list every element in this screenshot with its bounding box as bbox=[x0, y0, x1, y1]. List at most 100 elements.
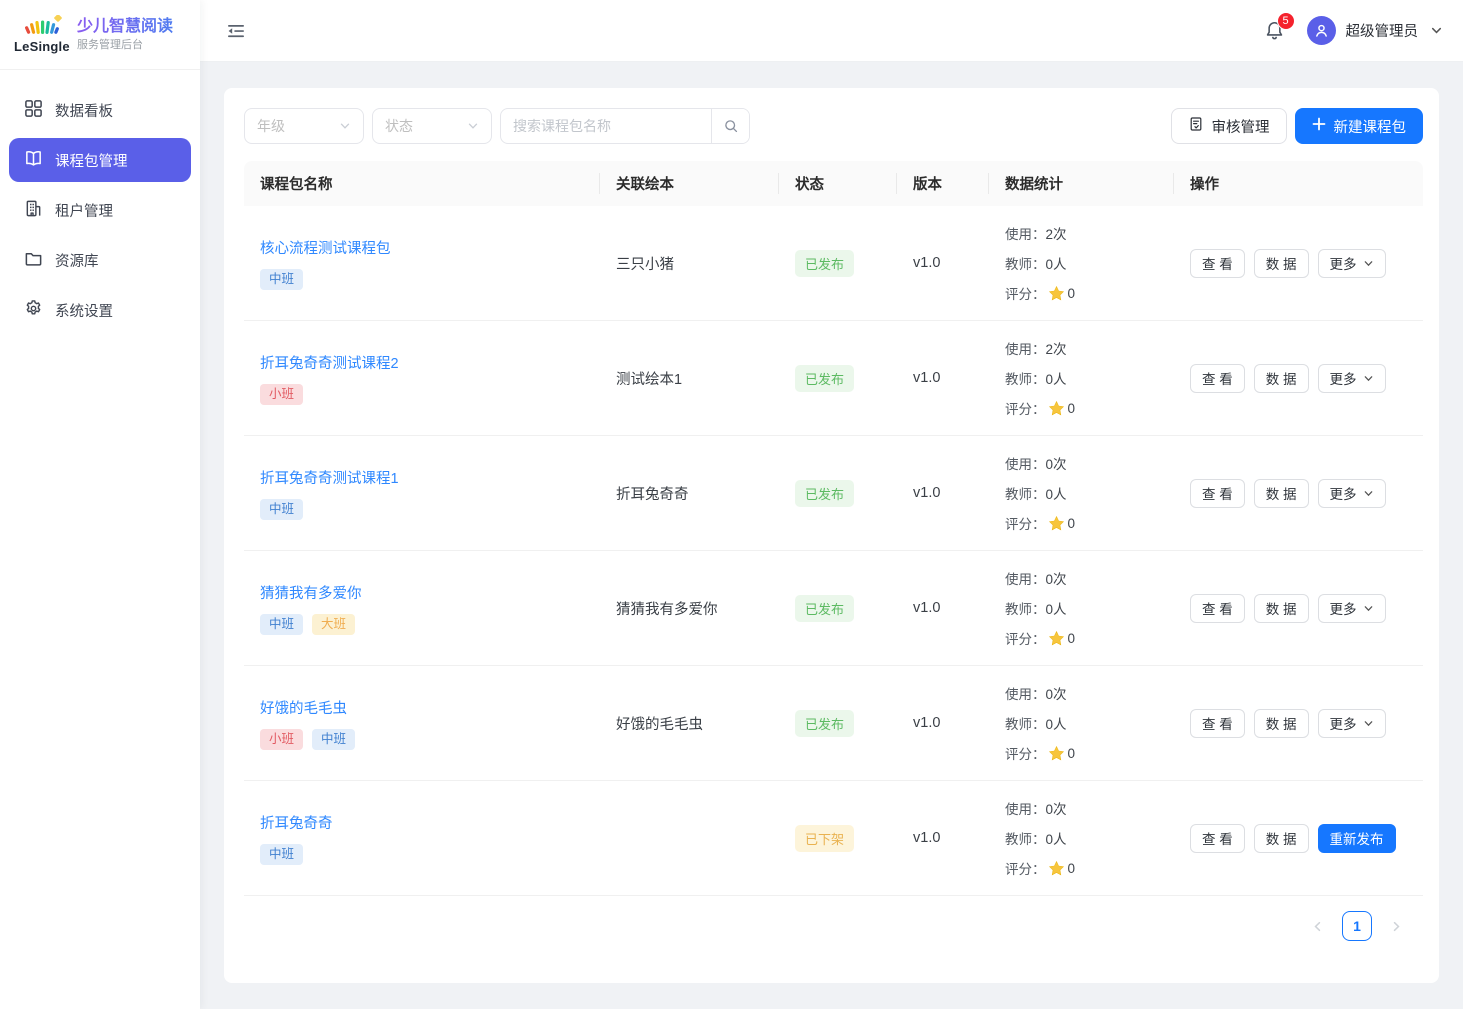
search-icon[interactable] bbox=[711, 109, 749, 143]
status-badge: 已发布 bbox=[795, 710, 854, 737]
package-name-link[interactable]: 核心流程测试课程包 bbox=[260, 237, 391, 258]
audit-management-button[interactable]: 审核管理 bbox=[1171, 108, 1287, 144]
data-button[interactable]: 数 据 bbox=[1254, 364, 1309, 393]
stats-cell: 使用：0次教师：0人评分：0 bbox=[989, 678, 1174, 768]
sidebar-collapse-icon[interactable] bbox=[226, 21, 246, 41]
rating-stat: 评分：0 bbox=[1005, 738, 1174, 768]
course-package-card: 年级 状态 bbox=[224, 88, 1439, 983]
chevron-down-icon bbox=[1363, 488, 1374, 499]
status-cell: 已下架 bbox=[779, 825, 897, 852]
more-button[interactable]: 更多 bbox=[1318, 709, 1386, 738]
view-button[interactable]: 查 看 bbox=[1190, 479, 1245, 508]
pagination-prev-icon[interactable] bbox=[1307, 916, 1328, 937]
table-row: 折耳兔奇奇中班已下架v1.0使用：0次教师：0人评分：0查 看数 据重新发布 bbox=[244, 781, 1423, 896]
package-name-link[interactable]: 好饿的毛毛虫 bbox=[260, 697, 347, 718]
column-header: 状态 bbox=[779, 161, 897, 206]
more-button[interactable]: 更多 bbox=[1318, 479, 1386, 508]
teacher-stat: 教师：0人 bbox=[1005, 593, 1174, 623]
status-filter-select[interactable]: 状态 bbox=[372, 108, 492, 144]
sidebar-item-tenants[interactable]: 租户管理 bbox=[9, 188, 191, 232]
sidebar-item-resources[interactable]: 资源库 bbox=[9, 238, 191, 282]
pagination-page-1[interactable]: 1 bbox=[1342, 911, 1372, 941]
view-button[interactable]: 查 看 bbox=[1190, 709, 1245, 738]
sidebar-item-label: 租户管理 bbox=[55, 200, 113, 221]
more-button[interactable]: 更多 bbox=[1318, 364, 1386, 393]
sidebar-item-settings[interactable]: 系统设置 bbox=[9, 288, 191, 332]
version-cell: v1.0 bbox=[897, 255, 989, 271]
column-header: 操作 bbox=[1174, 161, 1423, 206]
user-avatar[interactable] bbox=[1307, 16, 1336, 45]
create-button-label: 新建课程包 bbox=[1334, 116, 1407, 137]
actions-cell: 查 看数 据重新发布 bbox=[1174, 824, 1423, 853]
package-name-link[interactable]: 猜猜我有多爱你 bbox=[260, 582, 362, 603]
data-button[interactable]: 数 据 bbox=[1254, 479, 1309, 508]
teacher-stat: 教师：0人 bbox=[1005, 478, 1174, 508]
linked-book-cell: 测试绘本1 bbox=[600, 368, 779, 389]
pagination-next-icon[interactable] bbox=[1386, 916, 1407, 937]
view-button[interactable]: 查 看 bbox=[1190, 364, 1245, 393]
package-name-link[interactable]: 折耳兔奇奇测试课程2 bbox=[260, 352, 399, 373]
more-button[interactable]: 更多 bbox=[1318, 594, 1386, 623]
table-row: 折耳兔奇奇测试课程1中班折耳兔奇奇已发布v1.0使用：0次教师：0人评分：0查 … bbox=[244, 436, 1423, 551]
notification-bell-icon[interactable]: 5 bbox=[1264, 20, 1285, 41]
rating-stat: 评分：0 bbox=[1005, 508, 1174, 538]
sidebar-item-dashboard[interactable]: 数据看板 bbox=[9, 88, 191, 132]
version-cell: v1.0 bbox=[897, 370, 989, 386]
teacher-stat: 教师：0人 bbox=[1005, 248, 1174, 278]
more-button[interactable]: 更多 bbox=[1318, 249, 1386, 278]
view-button[interactable]: 查 看 bbox=[1190, 824, 1245, 853]
stats-cell: 使用：0次教师：0人评分：0 bbox=[989, 563, 1174, 653]
search-input[interactable] bbox=[501, 118, 711, 134]
sidebar-item-label: 课程包管理 bbox=[55, 150, 128, 171]
version-cell: v1.0 bbox=[897, 715, 989, 731]
linked-book-cell: 三只小猪 bbox=[600, 253, 779, 274]
course-package-table: 课程包名称 关联绘本 状态 版本 数据统计 操作 核心流程测试课程包中班三只小猪… bbox=[244, 161, 1423, 896]
status-cell: 已发布 bbox=[779, 710, 897, 737]
user-name[interactable]: 超级管理员 bbox=[1346, 20, 1419, 41]
star-icon bbox=[1048, 860, 1065, 877]
package-name-link[interactable]: 折耳兔奇奇 bbox=[260, 812, 333, 833]
teacher-stat: 教师：0人 bbox=[1005, 708, 1174, 738]
grade-filter-select[interactable]: 年级 bbox=[244, 108, 364, 144]
table-row: 猜猜我有多爱你中班大班猜猜我有多爱你已发布v1.0使用：0次教师：0人评分：0查… bbox=[244, 551, 1423, 666]
version-cell: v1.0 bbox=[897, 600, 989, 616]
data-button[interactable]: 数 据 bbox=[1254, 709, 1309, 738]
status-badge: 已发布 bbox=[795, 365, 854, 392]
usage-stat: 使用：0次 bbox=[1005, 563, 1174, 593]
usage-stat: 使用：0次 bbox=[1005, 793, 1174, 823]
star-icon bbox=[1048, 745, 1065, 762]
class-tags: 中班 bbox=[260, 269, 600, 290]
view-button[interactable]: 查 看 bbox=[1190, 594, 1245, 623]
star-icon bbox=[1048, 400, 1065, 417]
status-badge: 已发布 bbox=[795, 250, 854, 277]
user-menu-chevron-down-icon[interactable] bbox=[1430, 24, 1443, 37]
create-course-package-button[interactable]: 新建课程包 bbox=[1295, 108, 1424, 144]
linked-book-cell: 猜猜我有多爱你 bbox=[600, 598, 779, 619]
status-badge: 已发布 bbox=[795, 480, 854, 507]
view-button[interactable]: 查 看 bbox=[1190, 249, 1245, 278]
version-cell: v1.0 bbox=[897, 485, 989, 501]
republish-button[interactable]: 重新发布 bbox=[1318, 824, 1396, 853]
class-tag: 中班 bbox=[260, 614, 303, 635]
chevron-down-icon bbox=[1363, 258, 1374, 269]
data-button[interactable]: 数 据 bbox=[1254, 824, 1309, 853]
sidebar-item-course-packages[interactable]: 课程包管理 bbox=[9, 138, 191, 182]
package-name-link[interactable]: 折耳兔奇奇测试课程1 bbox=[260, 467, 399, 488]
rating-stat: 评分：0 bbox=[1005, 278, 1174, 308]
column-header: 版本 bbox=[897, 161, 989, 206]
usage-stat: 使用：2次 bbox=[1005, 333, 1174, 363]
data-button[interactable]: 数 据 bbox=[1254, 249, 1309, 278]
actions-cell: 查 看数 据更多 bbox=[1174, 479, 1423, 508]
class-tags: 小班中班 bbox=[260, 729, 600, 750]
audit-button-label: 审核管理 bbox=[1212, 116, 1270, 137]
data-button[interactable]: 数 据 bbox=[1254, 594, 1309, 623]
class-tags: 小班 bbox=[260, 384, 600, 405]
star-icon bbox=[1048, 630, 1065, 647]
stats-cell: 使用：0次教师：0人评分：0 bbox=[989, 448, 1174, 538]
stats-cell: 使用：2次教师：0人评分：0 bbox=[989, 218, 1174, 308]
table-row: 核心流程测试课程包中班三只小猪已发布 v1.0使用：2次教师：0人评分：0 查 看数… bbox=[244, 206, 1423, 321]
chevron-down-icon bbox=[1363, 718, 1374, 729]
brand-logo-text: LeSingle bbox=[14, 39, 68, 54]
class-tag: 中班 bbox=[312, 729, 355, 750]
class-tag: 小班 bbox=[260, 384, 303, 405]
